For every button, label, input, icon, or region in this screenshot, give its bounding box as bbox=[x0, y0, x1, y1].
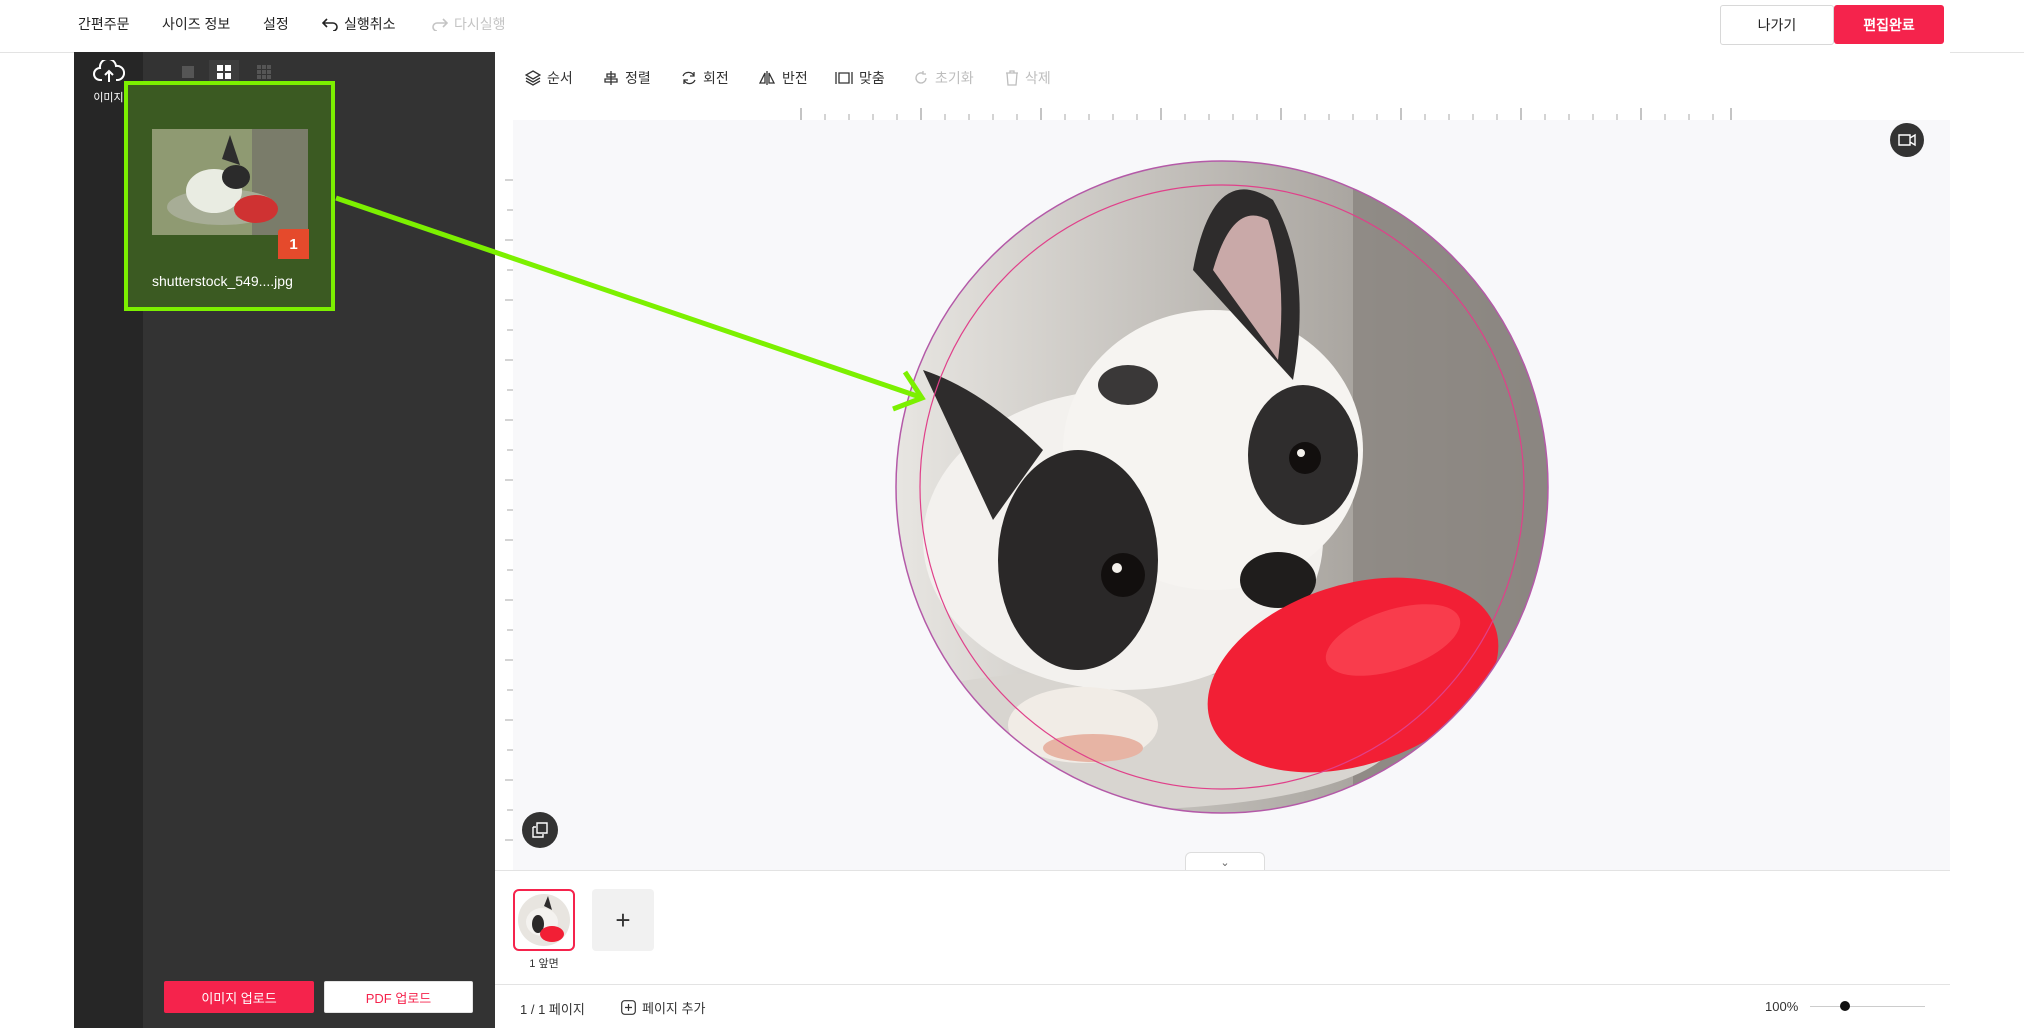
page-thumbnail-label: 1 앞면 bbox=[529, 958, 559, 970]
zoom-slider-handle[interactable] bbox=[1839, 1001, 1850, 1011]
plus-icon: + bbox=[615, 904, 631, 935]
add-page-label: 페이지 추가 bbox=[642, 1001, 706, 1016]
add-page-tile[interactable]: + bbox=[592, 889, 654, 951]
page-thumbnail-preview bbox=[518, 894, 570, 946]
page-thumbnail[interactable] bbox=[513, 889, 575, 951]
zoom-slider[interactable] bbox=[1810, 1006, 1925, 1007]
status-bar: 1 / 1 페이지 페이지 추가 100% bbox=[495, 984, 1950, 1029]
plus-square-icon bbox=[621, 1000, 636, 1015]
page-strip: + 1 앞면 bbox=[495, 870, 1950, 985]
zoom-level: 100% bbox=[1765, 999, 1799, 1014]
page-indicator: 1 / 1 페이지 bbox=[520, 1002, 585, 1017]
add-page-button[interactable]: 페이지 추가 bbox=[621, 998, 705, 1017]
